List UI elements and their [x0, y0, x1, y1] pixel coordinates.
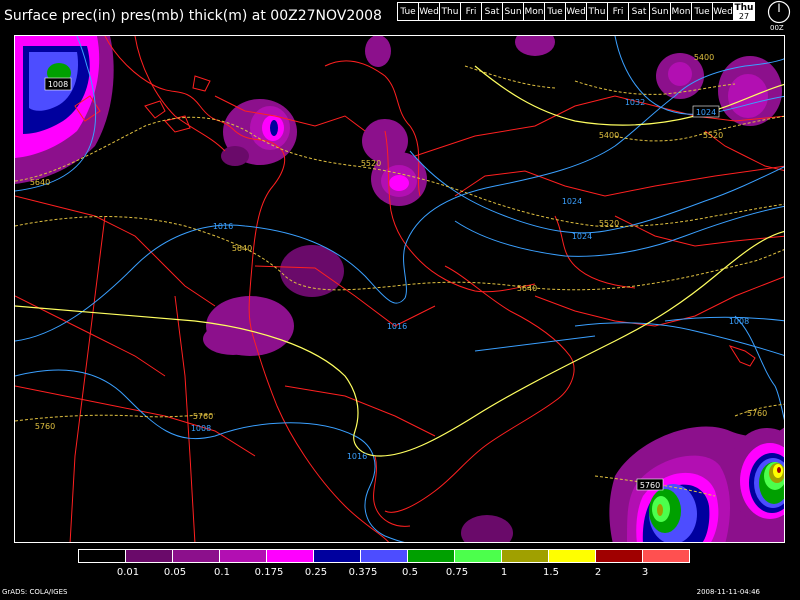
legend-swatch	[78, 549, 126, 563]
pressure-label: 1024	[562, 197, 582, 206]
thickness-label: 5520	[361, 159, 381, 168]
day-3[interactable]: Fri	[460, 2, 482, 21]
pressure-label: 1016	[347, 452, 367, 461]
footer-timestamp: 2008-11-11-04:46	[696, 588, 760, 596]
day-selector[interactable]: Tue Wed Thu Fri Sat Sun Mon Tue Wed Thu Fri Sat Sun M…	[397, 2, 755, 21]
legend-swatch	[313, 549, 361, 563]
legend-swatch	[642, 549, 690, 563]
legend-swatch	[125, 549, 173, 563]
clock-icon	[767, 0, 791, 24]
pressure-label: 1016	[387, 322, 407, 331]
precip-legend	[78, 549, 690, 563]
legend-label: 0.175	[254, 567, 284, 578]
pressure-label: 1008	[48, 80, 68, 89]
legend-swatch	[407, 549, 455, 563]
legend-swatch	[595, 549, 643, 563]
legend-label: 0.01	[116, 567, 140, 578]
legend-label: 0.1	[214, 567, 230, 578]
pressure-label: 1008	[191, 424, 211, 433]
legend-swatch	[501, 549, 549, 563]
precip-turkey	[270, 120, 278, 136]
day-9[interactable]: Thu	[586, 2, 608, 21]
thickness-label: 5640	[517, 284, 537, 293]
day-8[interactable]: Wed	[565, 2, 587, 21]
legend-swatch	[548, 549, 596, 563]
legend-swatch	[266, 549, 314, 563]
weather-map[interactable]: 1008 1016 1016 1016 1024 1024 1032 1008 …	[14, 35, 785, 543]
day-6[interactable]: Mon	[523, 2, 545, 21]
legend-swatch	[219, 549, 267, 563]
thickness-label: 5400	[599, 131, 619, 140]
thickness-label: 5640	[30, 178, 50, 187]
precip-east	[668, 62, 692, 86]
legend-label: 0.75	[445, 567, 469, 578]
pressure-label: 1032	[625, 98, 645, 107]
day-13[interactable]: Mon	[670, 2, 692, 21]
pressure-label: 1024	[572, 232, 592, 241]
footer-credit: GrADS: COLA/IGES	[2, 588, 68, 596]
precip-north	[365, 36, 391, 67]
thickness-label: 5760	[35, 422, 55, 431]
thickness-label: 5400	[694, 53, 714, 62]
thickness-label: 5760	[193, 412, 213, 421]
day-active-date: 27	[738, 12, 750, 21]
legend-label: 3	[641, 567, 649, 578]
map-title: Surface prec(in) pres(mb) thick(m) at 00…	[4, 8, 382, 24]
pressure-label: 1008	[729, 317, 749, 326]
legend-label: 1	[500, 567, 508, 578]
legend-label: 0.375	[348, 567, 378, 578]
day-2[interactable]: Thu	[439, 2, 461, 21]
thickness-label: 5640	[232, 244, 252, 253]
legend-swatch	[360, 549, 408, 563]
thickness-label: 5520	[599, 219, 619, 228]
legend-label: 0.5	[402, 567, 418, 578]
day-1[interactable]: Wed	[418, 2, 440, 21]
legend-label: 0.25	[304, 567, 328, 578]
day-4[interactable]: Sat	[481, 2, 503, 21]
day-14[interactable]: Tue	[691, 2, 713, 21]
clock-label: 00Z	[770, 24, 784, 32]
pressure-label: 1016	[213, 222, 233, 231]
thickness-label: 5760	[640, 481, 660, 490]
legend-swatch	[454, 549, 502, 563]
precip-east	[728, 74, 768, 118]
pressure-label: 1024	[696, 108, 716, 117]
day-15[interactable]: Wed	[712, 2, 734, 21]
day-12[interactable]: Sun	[649, 2, 671, 21]
day-active[interactable]: Thu 27	[733, 2, 755, 21]
legend-label: 0.05	[163, 567, 187, 578]
precip-se	[657, 504, 663, 516]
legend-label: 1.5	[543, 567, 559, 578]
day-0[interactable]: Tue	[397, 2, 419, 21]
legend-swatch	[172, 549, 220, 563]
day-7[interactable]: Tue	[544, 2, 566, 21]
thickness-label: 5760	[747, 409, 767, 418]
thickness-label: 5520	[703, 131, 723, 140]
precip-se	[777, 467, 781, 473]
precip-turkey	[221, 146, 249, 166]
precip-caspian	[389, 175, 409, 191]
day-5[interactable]: Sun	[502, 2, 524, 21]
day-11[interactable]: Sat	[628, 2, 650, 21]
legend-label: 2	[594, 567, 602, 578]
precip-legend-labels: 0.01 0.05 0.1 0.175 0.25 0.375 0.5 0.75 1 1.5 2 3	[79, 567, 729, 581]
day-10[interactable]: Fri	[607, 2, 629, 21]
